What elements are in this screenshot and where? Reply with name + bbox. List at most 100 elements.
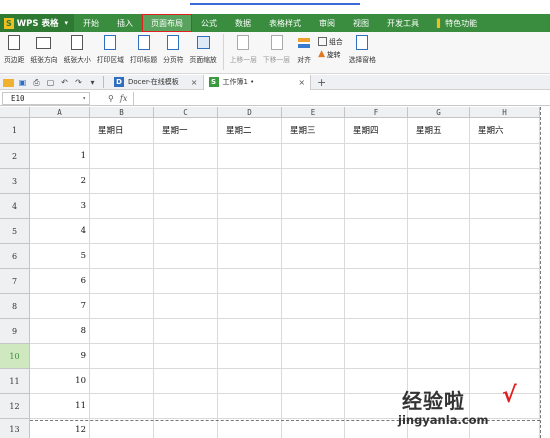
- cell-e5[interactable]: [282, 219, 345, 244]
- cell-b13[interactable]: [90, 419, 154, 438]
- cell-d7[interactable]: [218, 269, 282, 294]
- cell-h5[interactable]: [470, 219, 540, 244]
- new-tab-plus-icon[interactable]: +: [311, 76, 332, 89]
- cell-g4[interactable]: [408, 194, 470, 219]
- page-zoom-button[interactable]: 页面缩放: [190, 32, 217, 64]
- row-header-9[interactable]: 9: [0, 319, 30, 344]
- column-header-h[interactable]: H: [470, 107, 540, 118]
- cell-b3[interactable]: [90, 169, 154, 194]
- group-button[interactable]: 组合: [318, 36, 343, 46]
- select-all-corner[interactable]: [0, 107, 30, 118]
- cell-b6[interactable]: [90, 244, 154, 269]
- cell-e11[interactable]: [282, 369, 345, 394]
- cell-e2[interactable]: [282, 144, 345, 169]
- cell-h6[interactable]: [470, 244, 540, 269]
- cell-f2[interactable]: [345, 144, 408, 169]
- cell-c11[interactable]: [154, 369, 218, 394]
- cell-e7[interactable]: [282, 269, 345, 294]
- cell-a10[interactable]: 9: [30, 344, 90, 369]
- row-header-6[interactable]: 6: [0, 244, 30, 269]
- row-header-13[interactable]: 13: [0, 419, 30, 438]
- cell-b5[interactable]: [90, 219, 154, 244]
- fx-icon[interactable]: fx: [120, 94, 127, 103]
- row-header-10[interactable]: 10: [0, 344, 30, 369]
- cell-h8[interactable]: [470, 294, 540, 319]
- column-header-d[interactable]: D: [218, 107, 282, 118]
- cell-c6[interactable]: [154, 244, 218, 269]
- cell-b10[interactable]: [90, 344, 154, 369]
- cell-f10[interactable]: [345, 344, 408, 369]
- column-header-a[interactable]: A: [30, 107, 90, 118]
- row-header-4[interactable]: 4: [0, 194, 30, 219]
- app-menu-button[interactable]: S WPS 表格 ▾: [0, 14, 74, 32]
- bring-forward-button[interactable]: 上移一层: [230, 32, 257, 64]
- tab-review[interactable]: 审阅: [310, 14, 344, 32]
- cell-e8[interactable]: [282, 294, 345, 319]
- close-icon[interactable]: ×: [191, 78, 198, 87]
- cell-e1[interactable]: 星期三: [282, 118, 345, 144]
- cell-a9[interactable]: 8: [30, 319, 90, 344]
- cell-d10[interactable]: [218, 344, 282, 369]
- cell-d1[interactable]: 星期二: [218, 118, 282, 144]
- cell-h4[interactable]: [470, 194, 540, 219]
- cell-c12[interactable]: [154, 394, 218, 419]
- cell-h3[interactable]: [470, 169, 540, 194]
- cell-g10[interactable]: [408, 344, 470, 369]
- cell-b2[interactable]: [90, 144, 154, 169]
- rotate-button[interactable]: ▲ 旋转: [318, 49, 343, 59]
- cell-d6[interactable]: [218, 244, 282, 269]
- tab-data[interactable]: 数据: [226, 14, 260, 32]
- row-header-8[interactable]: 8: [0, 294, 30, 319]
- cell-b12[interactable]: [90, 394, 154, 419]
- save-icon[interactable]: ▣: [17, 77, 28, 88]
- cell-a6[interactable]: 5: [30, 244, 90, 269]
- cell-d8[interactable]: [218, 294, 282, 319]
- cell-a13[interactable]: 12: [30, 419, 90, 438]
- cell-e6[interactable]: [282, 244, 345, 269]
- page-break-button[interactable]: 分页符: [163, 32, 184, 64]
- orientation-button[interactable]: 纸张方向: [30, 32, 58, 64]
- cell-f5[interactable]: [345, 219, 408, 244]
- tab-insert[interactable]: 插入: [108, 14, 142, 32]
- align-button[interactable]: 对齐: [296, 32, 312, 64]
- cell-c10[interactable]: [154, 344, 218, 369]
- cell-g5[interactable]: [408, 219, 470, 244]
- close-icon[interactable]: ×: [298, 78, 305, 87]
- customize-dropdown-icon[interactable]: ▾: [87, 77, 98, 88]
- cell-b7[interactable]: [90, 269, 154, 294]
- cell-g7[interactable]: [408, 269, 470, 294]
- cell-e13[interactable]: [282, 419, 345, 438]
- cell-h2[interactable]: [470, 144, 540, 169]
- cell-d9[interactable]: [218, 319, 282, 344]
- cell-c3[interactable]: [154, 169, 218, 194]
- cell-e9[interactable]: [282, 319, 345, 344]
- formula-input[interactable]: [133, 91, 550, 105]
- cell-b11[interactable]: [90, 369, 154, 394]
- cell-f1[interactable]: 星期四: [345, 118, 408, 144]
- cell-b9[interactable]: [90, 319, 154, 344]
- cell-h10[interactable]: [470, 344, 540, 369]
- cell-g8[interactable]: [408, 294, 470, 319]
- cell-f6[interactable]: [345, 244, 408, 269]
- row-header-1[interactable]: 1: [0, 118, 30, 144]
- cell-e12[interactable]: [282, 394, 345, 419]
- cell-d2[interactable]: [218, 144, 282, 169]
- column-header-g[interactable]: G: [408, 107, 470, 118]
- cell-h1[interactable]: 星期六: [470, 118, 540, 144]
- cell-d4[interactable]: [218, 194, 282, 219]
- cell-d11[interactable]: [218, 369, 282, 394]
- cell-d13[interactable]: [218, 419, 282, 438]
- selection-pane-button[interactable]: 选择窗格: [349, 32, 376, 64]
- tab-page-layout[interactable]: 页面布局: [141, 14, 192, 32]
- cell-a8[interactable]: 7: [30, 294, 90, 319]
- cell-f8[interactable]: [345, 294, 408, 319]
- cell-g9[interactable]: [408, 319, 470, 344]
- cell-g6[interactable]: [408, 244, 470, 269]
- cell-b8[interactable]: [90, 294, 154, 319]
- paper-size-button[interactable]: 纸张大小: [64, 32, 91, 64]
- open-folder-icon[interactable]: [3, 78, 14, 87]
- row-header-5[interactable]: 5: [0, 219, 30, 244]
- print-area-button[interactable]: 打印区域: [97, 32, 124, 64]
- row-header-12[interactable]: 12: [0, 394, 30, 419]
- preview-icon[interactable]: ▢: [45, 77, 56, 88]
